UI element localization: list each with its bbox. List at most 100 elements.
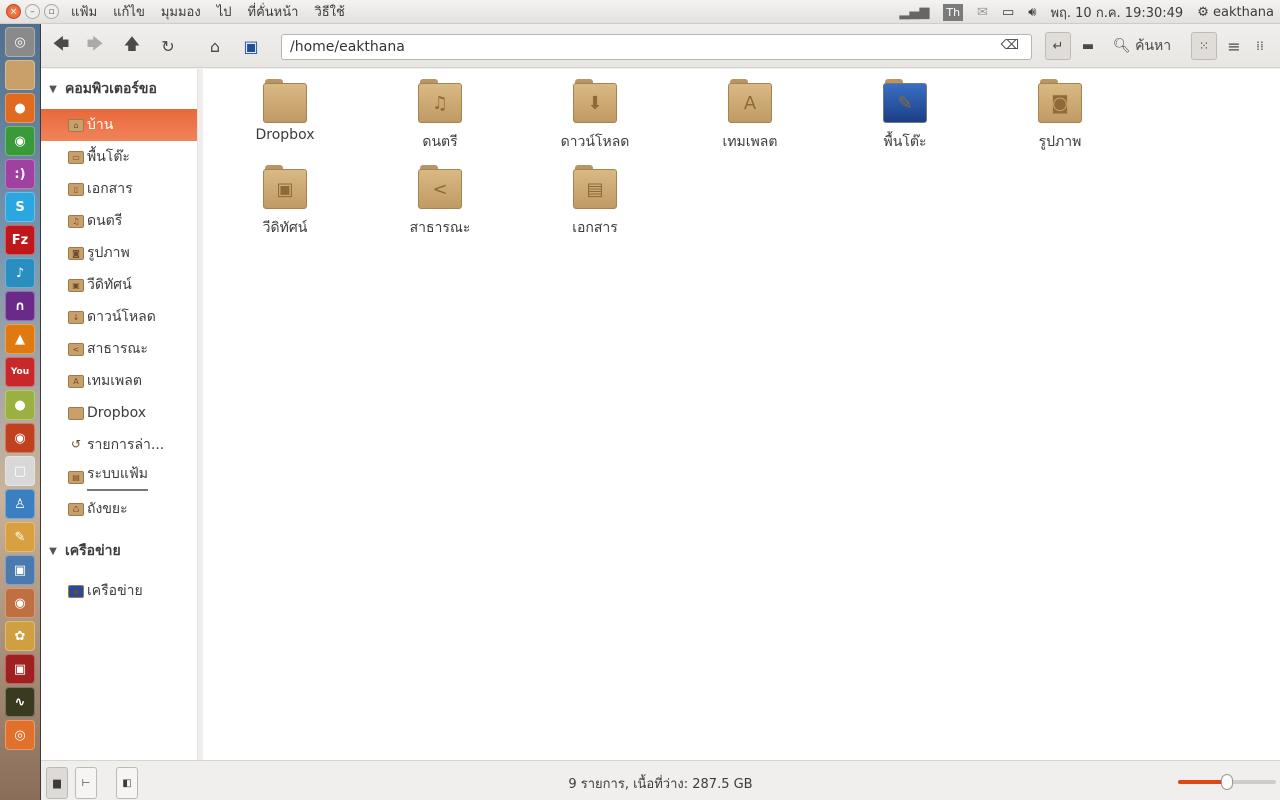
sidebar-item[interactable]: ▯ เอกสาร bbox=[41, 173, 197, 205]
launcher-app-icon[interactable]: ● bbox=[5, 390, 35, 420]
folder-item[interactable]: A เทมเพลต bbox=[680, 79, 820, 153]
menu-view[interactable]: มุมมอง bbox=[161, 1, 201, 22]
sidebar-item[interactable]: ♺ ถังขยะ bbox=[41, 493, 197, 525]
icon-view-button[interactable]: ⁙ bbox=[1191, 32, 1217, 60]
launcher-app2-icon[interactable]: ♙ bbox=[5, 489, 35, 519]
sidebar-item[interactable]: ↺ รายการล่า... bbox=[41, 429, 197, 461]
computer-button[interactable]: ▣ bbox=[239, 32, 263, 60]
sidebar-item[interactable]: ▤ ระบบแฟ้ม bbox=[41, 461, 197, 493]
place-icon: ▭ bbox=[68, 150, 84, 164]
mail-icon[interactable]: ✉ bbox=[977, 5, 988, 20]
toolbar: 🡄 🡆 🡅 ↻ ⌂ ▣ /home/eakthana ⌫ ↵ ▬ 🔍︎ ค้นหา… bbox=[41, 24, 1280, 68]
toggle-location-button[interactable]: ↵ bbox=[1045, 32, 1071, 60]
forward-button[interactable]: 🡆 bbox=[83, 32, 107, 60]
sidebar-item[interactable]: ▣ วีดิทัศน์ bbox=[41, 269, 197, 301]
menu-file[interactable]: แฟ้ม bbox=[71, 1, 97, 22]
launcher-headphones-icon[interactable]: ∩ bbox=[5, 291, 35, 321]
close-button[interactable]: × bbox=[6, 4, 21, 19]
place-icon: ↓ bbox=[68, 310, 84, 324]
sidebar-item-label: ระบบแฟ้ม bbox=[87, 463, 148, 491]
folder-icon: ◙ bbox=[1038, 79, 1082, 123]
sidebar-item[interactable]: ▭ พื้นโต๊ะ bbox=[41, 141, 197, 173]
folder-icon: ✎ bbox=[883, 79, 927, 123]
network-section-header[interactable]: ▼ เครือข่าย bbox=[41, 531, 197, 571]
minimize-button[interactable]: – bbox=[25, 4, 40, 19]
launcher-eye-icon[interactable]: ◉ bbox=[5, 588, 35, 618]
folder-item[interactable]: ⬇ ดาวน์โหลด bbox=[525, 79, 665, 153]
sidebar-item[interactable]: A เทมเพลต bbox=[41, 365, 197, 397]
keyboard-indicator[interactable]: Th bbox=[943, 3, 964, 21]
place-icon: ◙ bbox=[68, 246, 84, 260]
network-signal-icon[interactable]: ▂▄▆ bbox=[899, 5, 929, 20]
new-folder-button[interactable]: ▬ bbox=[1077, 32, 1099, 60]
volume-icon[interactable]: 🔊︎ bbox=[1028, 5, 1036, 20]
launcher-dash-icon[interactable]: ◎ bbox=[5, 27, 35, 57]
folder-icon: ♫ bbox=[418, 79, 462, 123]
folder-label: วีดิทัศน์ bbox=[262, 220, 308, 236]
list-view-button[interactable]: ≡ bbox=[1223, 32, 1245, 60]
back-button[interactable]: 🡄 bbox=[49, 32, 73, 60]
launcher-app3-icon[interactable]: ▣ bbox=[5, 654, 35, 684]
launcher-monitor-icon[interactable]: ∿ bbox=[5, 687, 35, 717]
location-input[interactable]: /home/eakthana ⌫ bbox=[281, 34, 1032, 60]
launcher-paint-icon[interactable]: ✿ bbox=[5, 621, 35, 651]
launcher-youtube-icon[interactable]: You bbox=[5, 357, 35, 387]
status-text: 9 รายการ, เนื้อที่ว่าง: 287.5 GB bbox=[568, 777, 753, 792]
sidebar-item-label: วีดิทัศน์ bbox=[87, 277, 132, 293]
launcher-skype-icon[interactable]: S bbox=[5, 192, 35, 222]
sidebar-item[interactable]: ▪ เครือข่าย bbox=[41, 575, 197, 607]
launcher-libreoffice-icon[interactable]: ▢ bbox=[5, 456, 35, 486]
folder-label: ดนตรี bbox=[422, 134, 458, 150]
computer-section-header[interactable]: ▼ คอมพิวเตอร์ขอ bbox=[41, 69, 197, 109]
sidebar-item[interactable]: ⌂ บ้าน bbox=[41, 109, 197, 141]
launcher-chrome-icon[interactable]: ◉ bbox=[5, 126, 35, 156]
launcher-files-icon[interactable] bbox=[5, 60, 35, 90]
up-button[interactable]: 🡅 bbox=[120, 32, 144, 60]
clear-icon[interactable]: ⌫ bbox=[1001, 38, 1019, 53]
place-icon bbox=[68, 406, 84, 420]
folder-label: ดาวน์โหลด bbox=[560, 134, 630, 150]
home-button[interactable]: ⌂ bbox=[203, 32, 227, 60]
sidebar-item[interactable]: < สาธารณะ bbox=[41, 333, 197, 365]
folder-icon: ▤ bbox=[573, 165, 617, 209]
file-view[interactable]: Dropbox ♫ ดนตรี ⬇ ดาวน์โหลด A เทมเพลต ✎ พื้นโต๊ะ… bbox=[203, 69, 1280, 760]
folder-item[interactable]: ▤ เอกสาร bbox=[525, 165, 665, 239]
folder-item[interactable]: ♫ ดนตรี bbox=[370, 79, 510, 153]
clock[interactable]: พฤ. 10 ก.ค. 19:30:49 bbox=[1050, 2, 1183, 23]
reload-button[interactable]: ↻ bbox=[156, 32, 180, 60]
menu-help[interactable]: วิธีใช้ bbox=[314, 1, 344, 22]
place-icon: ▪ bbox=[68, 584, 84, 598]
launcher-text-editor-icon[interactable]: ✎ bbox=[5, 522, 35, 552]
compact-view-button[interactable]: ⁞⁞ bbox=[1249, 32, 1271, 60]
maximize-button[interactable]: ▫ bbox=[44, 4, 59, 19]
launcher-vlc-icon[interactable]: ▲ bbox=[5, 324, 35, 354]
menu-bookmarks[interactable]: ที่คั่นหน้า bbox=[248, 1, 299, 22]
launcher-screenshot-icon[interactable]: ▣ bbox=[5, 555, 35, 585]
session-menu[interactable]: ⚙ eakthana bbox=[1197, 5, 1274, 20]
folder-item[interactable]: ▣ วีดิทัศน์ bbox=[215, 165, 355, 239]
launcher-disc-burner-icon[interactable]: ◉ bbox=[5, 423, 35, 453]
search-button[interactable]: 🔍︎ ค้นหา bbox=[1107, 32, 1177, 60]
battery-icon[interactable]: ▭ bbox=[1002, 5, 1014, 20]
sidebar-item[interactable]: ↓ ดาวน์โหลด bbox=[41, 301, 197, 333]
launcher-music-icon[interactable]: ♪ bbox=[5, 258, 35, 288]
sidebar-item[interactable]: Dropbox bbox=[41, 397, 197, 429]
zoom-slider-knob[interactable] bbox=[1221, 774, 1233, 790]
launcher-empathy-icon[interactable]: :) bbox=[5, 159, 35, 189]
launcher-firefox-icon[interactable]: ● bbox=[5, 93, 35, 123]
launcher-filezilla-icon[interactable]: Fz bbox=[5, 225, 35, 255]
launcher-ubuntu-one-icon[interactable]: ◎ bbox=[5, 720, 35, 750]
folder-item[interactable]: ◙ รูปภาพ bbox=[990, 79, 1130, 153]
folder-icon: ⬇ bbox=[573, 79, 617, 123]
menu-edit[interactable]: แก้ไข bbox=[113, 1, 145, 22]
sidebar-item[interactable]: ◙ รูปภาพ bbox=[41, 237, 197, 269]
folder-item[interactable]: ✎ พื้นโต๊ะ bbox=[835, 79, 975, 153]
folder-item[interactable]: Dropbox bbox=[215, 79, 355, 143]
zoom-slider[interactable] bbox=[1178, 774, 1276, 790]
folder-item[interactable]: < สาธารณะ bbox=[370, 165, 510, 239]
menu-go[interactable]: ไป bbox=[217, 1, 232, 22]
sidebar-item[interactable]: ♫ ดนตรี bbox=[41, 205, 197, 237]
section-title: คอมพิวเตอร์ขอ bbox=[65, 81, 157, 97]
folder-icon: < bbox=[418, 165, 462, 209]
sidebar: ▼ คอมพิวเตอร์ขอ ⌂ บ้าน ▭ พื้นโต๊ะ ▯ เอกสาร ♫ ดนต… bbox=[41, 69, 197, 760]
